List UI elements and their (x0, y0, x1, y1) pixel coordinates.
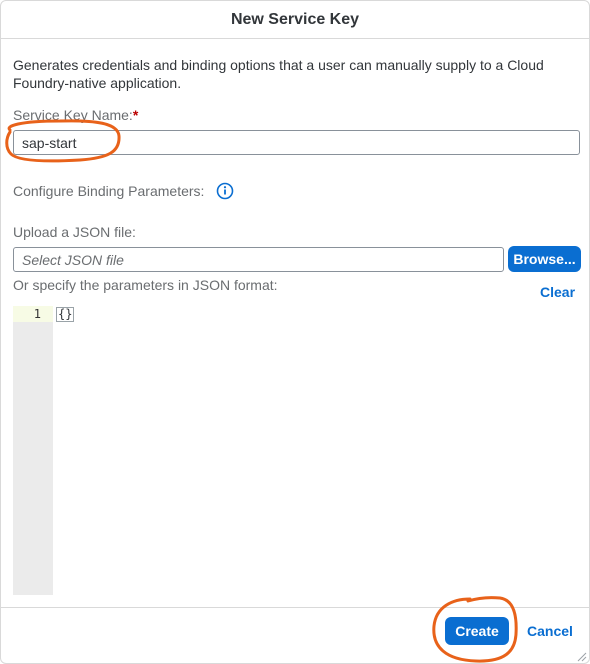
dialog-title: New Service Key (230, 10, 360, 28)
json-file-placeholder: Select JSON file (22, 251, 124, 268)
dialog-footer: Create Cancel (1, 607, 589, 663)
editor-code-text: {} (56, 306, 75, 322)
line-number: 1 (33, 307, 41, 321)
service-key-name-value: sap-start (22, 134, 77, 151)
editor-gutter (13, 306, 53, 595)
binding-params-label: Configure Binding Parameters: (13, 183, 205, 199)
dialog-header: New Service Key (1, 1, 589, 39)
service-key-name-input[interactable]: sap-start (13, 130, 580, 155)
specify-json-label: Or specify the parameters in JSON format… (13, 277, 278, 293)
json-file-input[interactable]: Select JSON file (13, 247, 504, 272)
upload-json-label: Upload a JSON file: (13, 224, 136, 240)
clear-link[interactable]: Clear (540, 284, 575, 300)
info-icon[interactable] (216, 182, 234, 200)
json-editor[interactable]: 1 {} (13, 306, 579, 595)
service-key-name-label-text: Service Key Name: (13, 107, 133, 123)
service-key-name-label: Service Key Name:* (13, 107, 138, 123)
resize-handle-icon[interactable] (575, 650, 587, 662)
editor-code[interactable]: {} (56, 306, 75, 322)
required-marker: * (132, 107, 139, 123)
cancel-button[interactable]: Cancel (527, 623, 573, 639)
dialog-description: Generates credentials and binding option… (13, 57, 544, 91)
create-button[interactable]: Create (445, 617, 509, 645)
new-service-key-dialog: New Service Key Generates credentials an… (0, 0, 590, 664)
browse-button[interactable]: Browse... (508, 246, 581, 272)
